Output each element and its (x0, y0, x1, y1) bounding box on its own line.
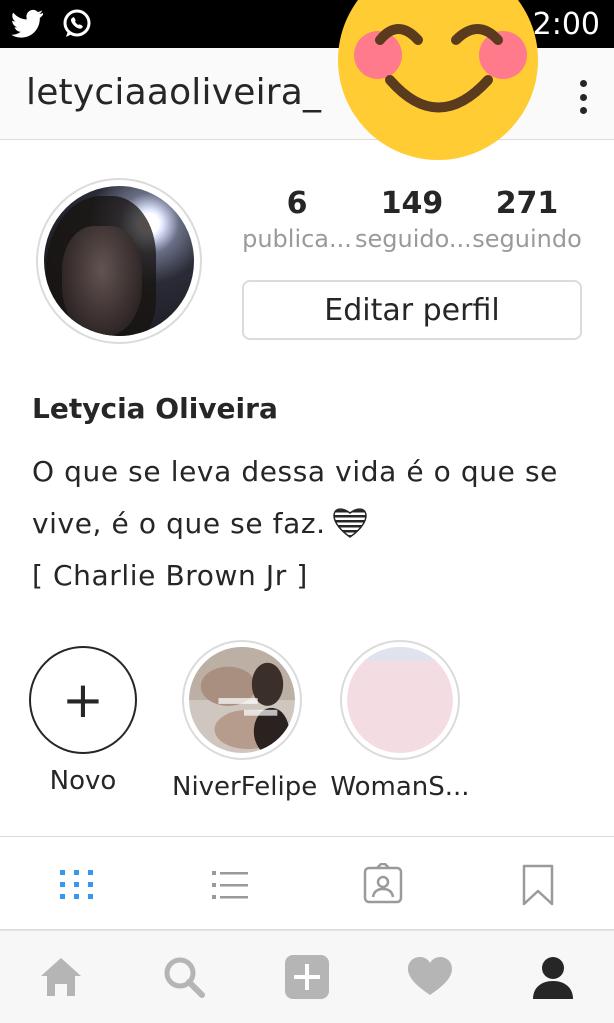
profile-bio: O que se leva dessa vida é o que se vive… (32, 446, 592, 602)
bio-line: O que se leva dessa vida é o que se (32, 455, 558, 488)
stat-followers-count: 149 (380, 186, 444, 221)
edit-profile-button[interactable]: Editar perfil (242, 280, 582, 340)
avatar-photo (44, 186, 194, 336)
add-highlight-button[interactable]: + (29, 646, 137, 754)
saved-icon[interactable] (516, 863, 560, 907)
search-icon[interactable] (160, 953, 208, 1001)
username-title: letyciaaoliveira_ (26, 72, 322, 113)
highlight-label: Novo (49, 766, 117, 796)
stat-followers[interactable]: 149 seguido... (355, 186, 469, 256)
highlight-new[interactable]: + Novo (13, 640, 153, 796)
bio-line: [ Charlie Brown Jr ] (32, 559, 308, 592)
status-time: 2:00 (532, 6, 600, 42)
stat-following[interactable]: 271 seguindo (470, 186, 584, 256)
grid-icon[interactable] (55, 863, 99, 907)
heart-icon[interactable] (406, 953, 454, 1001)
stat-posts[interactable]: 6 publica... (240, 186, 354, 256)
highlight-label: NiverFelipe (172, 772, 318, 802)
plus-icon: + (62, 671, 104, 729)
highlight-label: WomanS... (330, 772, 470, 802)
smiling-face-emoji-sticker (338, 0, 538, 160)
bio-line: vive, é o que se faz. (32, 507, 326, 540)
profile-tab-bar (0, 836, 614, 930)
highlight-niverfelipe[interactable]: NiverFelipe (172, 640, 318, 802)
stat-posts-count: 6 (286, 186, 308, 221)
profile-avatar[interactable] (36, 178, 202, 344)
highlight-cover (182, 640, 302, 760)
stat-followers-label: seguido... (355, 225, 469, 253)
twitter-icon (8, 6, 46, 42)
profile-stats: 6 publica... 149 seguido... 271 seguindo (240, 186, 584, 256)
highlight-photo (189, 647, 295, 753)
story-highlights: + Novo NiverFelipe WomanS... (0, 640, 614, 810)
tagged-icon[interactable] (361, 862, 405, 907)
stat-posts-label: publica... (242, 225, 352, 253)
highlight-cover (340, 640, 460, 760)
stat-following-count: 271 (495, 186, 559, 221)
stat-following-label: seguindo (472, 225, 582, 253)
profile-full-name: Letycia Oliveira (32, 392, 278, 425)
striped-heart-icon (332, 508, 367, 538)
bottom-navigation (0, 930, 614, 1023)
highlight-photo (347, 647, 453, 753)
profile-icon[interactable] (529, 953, 577, 1001)
whatsapp-icon (58, 6, 96, 42)
add-icon[interactable] (283, 953, 331, 1001)
list-icon[interactable] (208, 863, 252, 907)
more-options-icon[interactable] (576, 80, 590, 114)
highlight-womans[interactable]: WomanS... (330, 640, 470, 802)
home-icon[interactable] (37, 953, 85, 1001)
